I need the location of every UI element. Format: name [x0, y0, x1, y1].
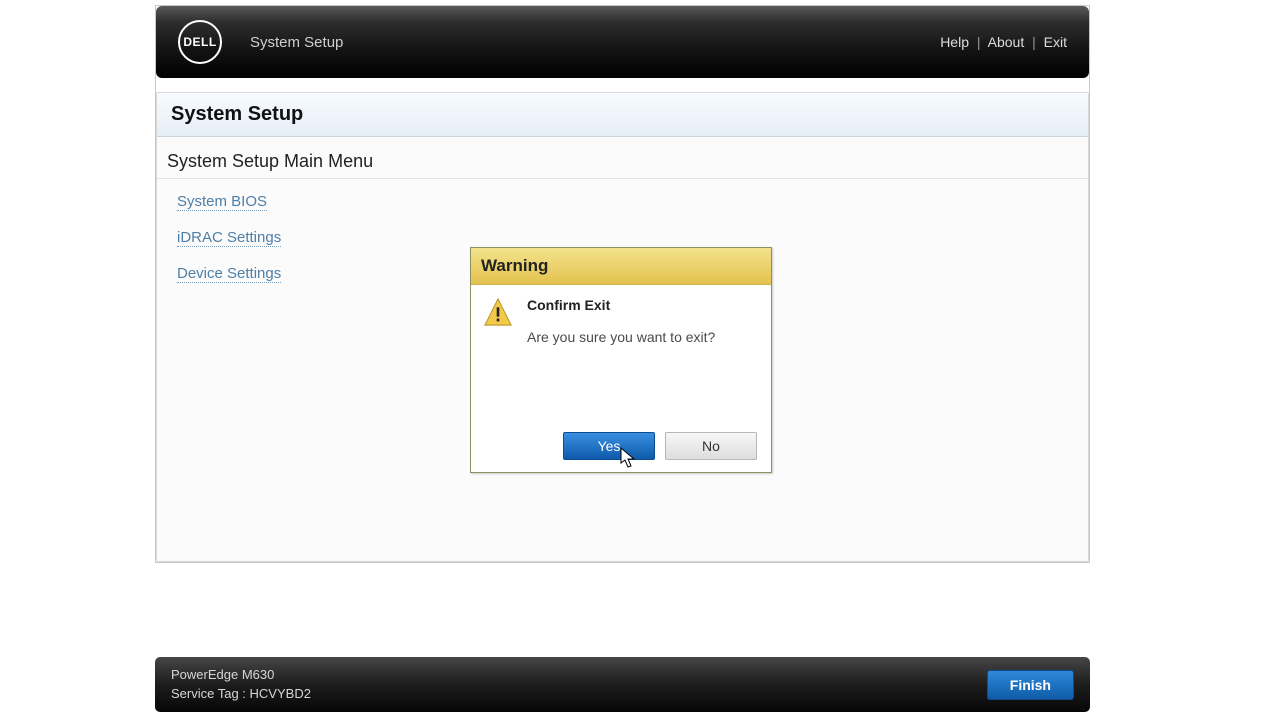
- section-title-bar: System Setup: [157, 93, 1088, 137]
- menu-system-bios[interactable]: System BIOS: [177, 193, 267, 211]
- header-title: System Setup: [250, 34, 940, 51]
- no-button[interactable]: No: [665, 432, 757, 460]
- warning-heading: Confirm Exit: [527, 297, 759, 313]
- footer-service-tag-line: Service Tag : HCVYBD2: [171, 685, 311, 703]
- help-link[interactable]: Help: [940, 34, 969, 50]
- link-separator: |: [977, 34, 981, 50]
- finish-button[interactable]: Finish: [987, 670, 1074, 700]
- subsection-title: System Setup Main Menu: [167, 151, 1078, 172]
- dell-logo: DELL: [178, 20, 222, 64]
- header-links: Help | About | Exit: [940, 34, 1067, 50]
- warning-dialog-title: Warning: [471, 248, 771, 285]
- dell-logo-text: DELL: [183, 35, 216, 49]
- exit-link[interactable]: Exit: [1044, 34, 1067, 50]
- menu-idrac-settings[interactable]: iDRAC Settings: [177, 229, 281, 247]
- warning-dialog: Warning Confirm Exit Are you sure you wa…: [470, 247, 772, 473]
- footer-service-tag-label: Service Tag :: [171, 686, 250, 701]
- warning-dialog-body: Confirm Exit Are you sure you want to ex…: [471, 285, 771, 345]
- yes-button[interactable]: Yes: [563, 432, 655, 460]
- link-separator: |: [1032, 34, 1036, 50]
- warning-icon: [483, 297, 513, 345]
- warning-dialog-text: Confirm Exit Are you sure you want to ex…: [527, 297, 759, 345]
- footer-service-tag-value: HCVYBD2: [250, 686, 311, 701]
- warning-dialog-buttons: Yes No: [563, 432, 757, 460]
- menu-device-settings[interactable]: Device Settings: [177, 265, 281, 283]
- footer-model: PowerEdge M630: [171, 666, 311, 684]
- about-link[interactable]: About: [988, 34, 1025, 50]
- warning-message: Are you sure you want to exit?: [527, 329, 759, 345]
- footer-bar: PowerEdge M630 Service Tag : HCVYBD2 Fin…: [155, 657, 1090, 712]
- footer-info: PowerEdge M630 Service Tag : HCVYBD2: [171, 666, 311, 702]
- header-bar: DELL System Setup Help | About | Exit: [156, 6, 1089, 78]
- section-title: System Setup: [171, 103, 1074, 126]
- subsection-header: System Setup Main Menu: [157, 137, 1088, 179]
